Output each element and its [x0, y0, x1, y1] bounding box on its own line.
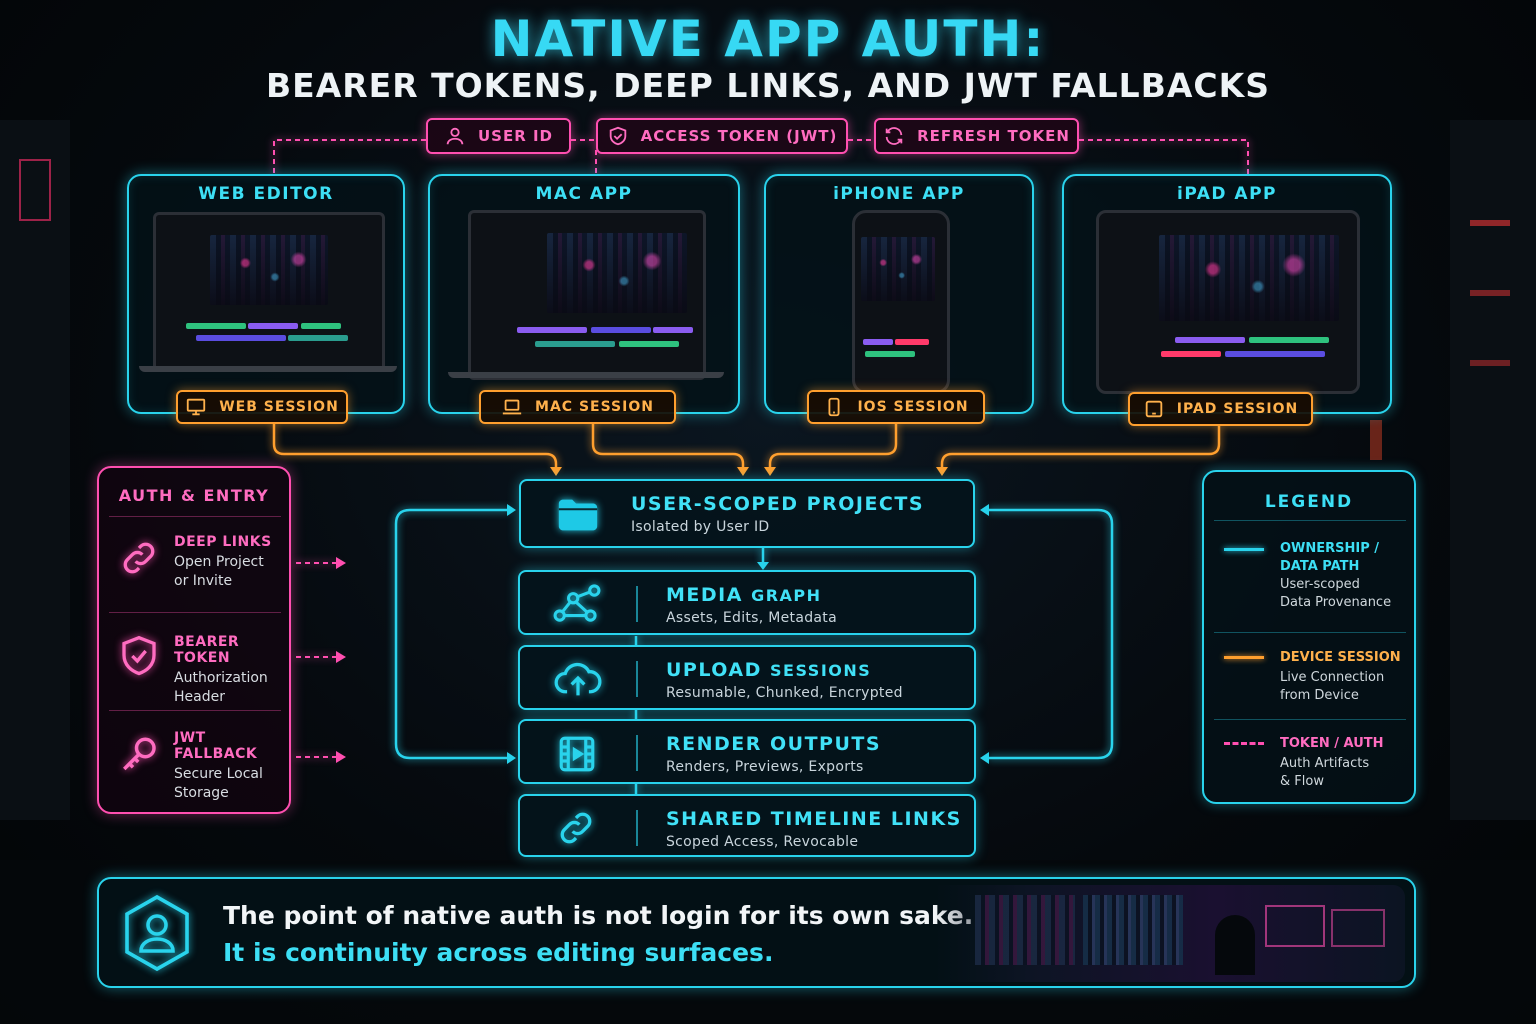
shield-check-icon [609, 126, 626, 146]
auth-item-title: DEEP LINKS [174, 534, 272, 550]
key-icon [123, 737, 156, 771]
web-editor-screen [153, 212, 385, 372]
legend-panel: LEGEND OWNERSHIP / DATA PATH User-scoped D… [1202, 470, 1416, 804]
token-refresh-token: REFRESH TOKEN [874, 118, 1079, 154]
footer-illustration [935, 885, 1405, 982]
laptop-icon [502, 399, 522, 415]
session-ipad: IPAD SESSION [1128, 392, 1313, 426]
session-label: IOS SESSION [857, 399, 969, 415]
user-scoped-projects: USER-SCOPED PROJECTS Isolated by User ID [519, 479, 975, 548]
refresh-icon [885, 127, 903, 145]
device-title: WEB EDITOR [198, 184, 334, 204]
film-icon [559, 736, 595, 772]
session-label: MAC SESSION [535, 399, 654, 415]
legend-item-title: OWNERSHIP / DATA PATH [1280, 541, 1380, 574]
auth-item-desc: Open Project or Invite [174, 554, 264, 589]
link-icon [560, 812, 592, 844]
tablet-icon [1145, 400, 1162, 418]
auth-entry-panel: AUTH & ENTRY DEEP LINKS Open Project or I… [97, 466, 291, 814]
phone-icon [828, 397, 840, 417]
module-desc: Scoped Access, Revocable [666, 834, 859, 850]
module-upload-sessions: UPLOAD SESSIONS Resumable, Chunked, Encr… [518, 645, 976, 710]
module-media-graph: MEDIA GRAPH Assets, Edits, Metadata [518, 570, 976, 635]
device-title: iPHONE APP [833, 184, 965, 204]
footer-line-2: It is continuity across editing surfaces… [223, 938, 774, 967]
shield-check-icon [122, 635, 156, 676]
footer-line-1: The point of native auth is not login fo… [223, 901, 974, 930]
device-title: iPAD APP [1177, 184, 1277, 204]
token-label: REFRESH TOKEN [917, 127, 1070, 145]
token-label: ACCESS TOKEN (JWT) [640, 127, 838, 145]
module-title: UPLOAD SESSIONS [666, 659, 872, 681]
mac-app-screen [468, 210, 706, 380]
auth-item-bearer-token [119, 634, 159, 682]
folder-icon [558, 499, 598, 531]
iphone-app-screen [852, 210, 950, 394]
device-mac-app: MAC APP [428, 174, 740, 414]
module-desc: Assets, Edits, Metadata [666, 610, 837, 626]
projects-desc: Isolated by User ID [631, 519, 770, 535]
link-icon [123, 542, 155, 574]
device-title: MAC APP [535, 184, 633, 204]
token-user-id: USER ID [426, 118, 571, 154]
module-desc: Resumable, Chunked, Encrypted [666, 685, 903, 701]
auth-item-jwt-fallback [119, 734, 161, 780]
legend-title: LEGEND [1264, 492, 1354, 512]
device-iphone-app: iPHONE APP [764, 174, 1034, 414]
module-title: SHARED TIMELINE LINKS [666, 808, 962, 830]
module-shared-timeline-links: SHARED TIMELINE LINKS Scoped Access, Rev… [518, 794, 976, 857]
session-ios: IOS SESSION [807, 390, 985, 424]
auth-item-title: JWT FALLBACK [174, 730, 258, 762]
footer-banner: The point of native auth is not login fo… [97, 877, 1416, 988]
token-label: USER ID [477, 127, 554, 145]
legend-item-desc: Auth Artifacts & Flow [1280, 756, 1370, 789]
legend-item-title: DEVICE SESSION [1280, 650, 1401, 665]
monitor-icon [187, 398, 206, 416]
auth-item-desc: Secure Local Storage [174, 766, 263, 801]
graph-icon [553, 584, 601, 622]
cloud-upload-icon [554, 662, 602, 696]
auth-item-deep-links [119, 538, 159, 582]
auth-item-desc: Authorization Header [174, 670, 268, 705]
module-render-outputs: RENDER OUTPUTS Renders, Previews, Export… [518, 719, 976, 784]
token-access-token: ACCESS TOKEN (JWT) [596, 118, 848, 154]
module-title: MEDIA GRAPH [666, 584, 822, 606]
user-icon [446, 127, 464, 145]
session-label: IPAD SESSION [1176, 401, 1299, 417]
module-title: RENDER OUTPUTS [666, 733, 882, 755]
session-mac: MAC SESSION [479, 390, 676, 424]
projects-title: USER-SCOPED PROJECTS [631, 493, 925, 515]
user-hexagon-icon [125, 894, 189, 972]
module-desc: Renders, Previews, Exports [666, 759, 864, 775]
legend-item-title: TOKEN / AUTH [1280, 736, 1384, 751]
session-web: WEB SESSION [176, 390, 348, 424]
ipad-app-screen [1096, 210, 1360, 394]
legend-item-desc: User-scoped Data Provenance [1280, 577, 1392, 610]
session-label: WEB SESSION [219, 399, 339, 415]
auth-entry-title: AUTH & ENTRY [118, 486, 270, 505]
auth-item-title: BEARER TOKEN [174, 634, 240, 666]
legend-item-desc: Live Connection from Device [1280, 670, 1385, 703]
legend-swatch-token-auth [1224, 742, 1264, 745]
legend-swatch-ownership [1224, 548, 1264, 551]
legend-swatch-device-session [1224, 656, 1264, 659]
device-ipad-app: iPAD APP [1062, 174, 1392, 414]
device-web-editor: WEB EDITOR [127, 174, 405, 414]
